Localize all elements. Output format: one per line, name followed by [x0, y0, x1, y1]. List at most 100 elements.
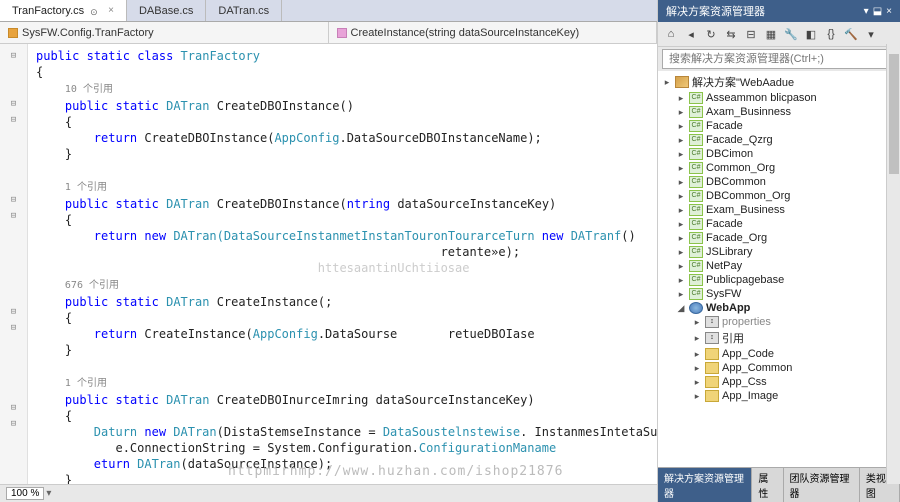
fold-toggle[interactable]: ⊟ [0, 416, 27, 432]
expand-icon[interactable]: ▸ [676, 261, 686, 272]
project-node[interactable]: ▸Facade [658, 119, 900, 133]
home-icon[interactable]: ⌂ [662, 25, 680, 43]
properties-icon[interactable]: 🔧 [782, 25, 800, 43]
project-node[interactable]: ▸Axam_Businness [658, 105, 900, 119]
expand-icon[interactable]: ▸ [676, 233, 686, 244]
refresh-icon[interactable]: ↻ [702, 25, 720, 43]
collapse-icon[interactable]: ◢ [676, 303, 686, 314]
project-node[interactable]: ▸NetPay [658, 259, 900, 273]
fold-toggle[interactable]: ⊟ [0, 400, 27, 416]
fold-toggle[interactable]: ⊟ [0, 112, 27, 128]
expand-icon[interactable]: ▸ [692, 363, 702, 374]
pin-icon[interactable]: ⊙ [90, 7, 98, 15]
expand-icon[interactable]: ▸ [676, 191, 686, 202]
fold-toggle[interactable] [0, 80, 27, 96]
fold-toggle[interactable] [0, 64, 27, 80]
folder-node[interactable]: ▸App_Code [658, 347, 900, 361]
sync-icon[interactable]: ⇆ [722, 25, 740, 43]
expand-icon[interactable]: ▸ [662, 77, 672, 88]
more-icon[interactable]: ▾ [862, 25, 880, 43]
project-node[interactable]: ▸Facade_Qzrg [658, 133, 900, 147]
expand-icon[interactable]: ▸ [676, 93, 686, 104]
properties-node[interactable]: ▸properties [658, 315, 900, 329]
project-node[interactable]: ▸Exam_Business [658, 203, 900, 217]
expand-icon[interactable]: ▸ [676, 289, 686, 300]
expand-icon[interactable]: ▸ [676, 247, 686, 258]
fold-toggle[interactable] [0, 352, 27, 368]
show-all-icon[interactable]: ▦ [762, 25, 780, 43]
expand-icon[interactable]: ▸ [676, 121, 686, 132]
search-input[interactable] [662, 49, 896, 69]
tab-properties[interactable]: 属性 [752, 468, 783, 502]
expand-icon[interactable]: ▸ [676, 205, 686, 216]
nav-member-dropdown[interactable]: CreateInstance(string dataSourceInstance… [329, 22, 658, 43]
project-node[interactable]: ▸Facade_Org [658, 231, 900, 245]
expand-icon[interactable]: ▸ [692, 377, 702, 388]
fold-toggle[interactable] [0, 160, 27, 176]
expand-icon[interactable]: ▸ [676, 219, 686, 230]
tab-dabase[interactable]: DABase.cs [127, 0, 206, 21]
fold-toggle[interactable] [0, 224, 27, 240]
expand-icon[interactable]: ▸ [676, 135, 686, 146]
fold-toggle[interactable]: ⊟ [0, 192, 27, 208]
fold-toggle[interactable]: ⊟ [0, 320, 27, 336]
tab-datran[interactable]: DATran.cs [206, 0, 282, 21]
fold-toggle[interactable] [0, 272, 27, 288]
fold-toggle[interactable]: ⊟ [0, 48, 27, 64]
fold-toggle[interactable] [0, 128, 27, 144]
scrollbar-thumb[interactable] [889, 54, 899, 174]
fold-toggle[interactable]: ⊟ [0, 208, 27, 224]
fold-toggle[interactable] [0, 288, 27, 304]
references-node[interactable]: ▸引用 [658, 329, 900, 347]
project-webapp[interactable]: ◢WebApp [658, 301, 900, 315]
expand-icon[interactable]: ▸ [676, 107, 686, 118]
expand-icon[interactable]: ▸ [692, 349, 702, 360]
expand-icon[interactable]: ▸ [692, 391, 702, 402]
close-icon[interactable]: × [108, 5, 114, 16]
expand-icon[interactable]: ▸ [676, 163, 686, 174]
pin-icon[interactable]: ⬓ [873, 6, 882, 17]
fold-toggle[interactable] [0, 256, 27, 272]
fold-toggle[interactable] [0, 384, 27, 400]
project-node[interactable]: ▸Asseammon blicpason [658, 91, 900, 105]
project-node[interactable]: ▸DBCommon_Org [658, 189, 900, 203]
project-node[interactable]: ▸Facade [658, 217, 900, 231]
collapse-icon[interactable]: ⊟ [742, 25, 760, 43]
expand-icon[interactable]: ▸ [676, 177, 686, 188]
project-node[interactable]: ▸Publicpagebase [658, 273, 900, 287]
project-node[interactable]: ▸SysFW [658, 287, 900, 301]
folder-node[interactable]: ▸App_Image [658, 389, 900, 403]
code-icon[interactable]: {} [822, 25, 840, 43]
zoom-dropdown[interactable]: 100 % [6, 487, 44, 500]
vertical-scrollbar[interactable] [886, 44, 900, 484]
folder-node[interactable]: ▸App_Css [658, 375, 900, 389]
close-icon[interactable]: × [886, 6, 892, 17]
folder-node[interactable]: ▸App_Common [658, 361, 900, 375]
fold-toggle[interactable] [0, 240, 27, 256]
fold-toggle[interactable] [0, 176, 27, 192]
project-node[interactable]: ▸Common_Org [658, 161, 900, 175]
fold-toggle[interactable]: ⊟ [0, 304, 27, 320]
solution-node[interactable]: ▸解决方案"WebAadue [658, 73, 900, 91]
expand-icon[interactable]: ▸ [692, 317, 702, 328]
tab-solution-explorer[interactable]: 解决方案资源管理器 [658, 468, 752, 502]
fold-toggle[interactable]: ⊟ [0, 96, 27, 112]
wrench-icon[interactable]: 🔨 [842, 25, 860, 43]
fold-toggle[interactable] [0, 368, 27, 384]
expand-icon[interactable]: ▸ [676, 149, 686, 160]
preview-icon[interactable]: ◧ [802, 25, 820, 43]
fold-toggle[interactable] [0, 144, 27, 160]
project-node[interactable]: ▸JSLibrary [658, 245, 900, 259]
dropdown-icon[interactable]: ▾ [864, 6, 869, 17]
tab-team-explorer[interactable]: 团队资源管理器 [784, 468, 860, 502]
expand-icon[interactable]: ▸ [676, 275, 686, 286]
project-node[interactable]: ▸DBCimon [658, 147, 900, 161]
nav-type-dropdown[interactable]: SysFW.Config.TranFactory [0, 22, 329, 43]
expand-icon[interactable]: ▸ [692, 333, 702, 344]
back-icon[interactable]: ◂ [682, 25, 700, 43]
project-node[interactable]: ▸DBCommon [658, 175, 900, 189]
code-text[interactable]: public static class TranFactory { 10 个引用… [28, 44, 657, 484]
tab-tranfactory[interactable]: TranFactory.cs ⊙ × [0, 0, 127, 21]
chevron-down-icon[interactable]: ▾ [46, 488, 51, 499]
fold-toggle[interactable] [0, 336, 27, 352]
